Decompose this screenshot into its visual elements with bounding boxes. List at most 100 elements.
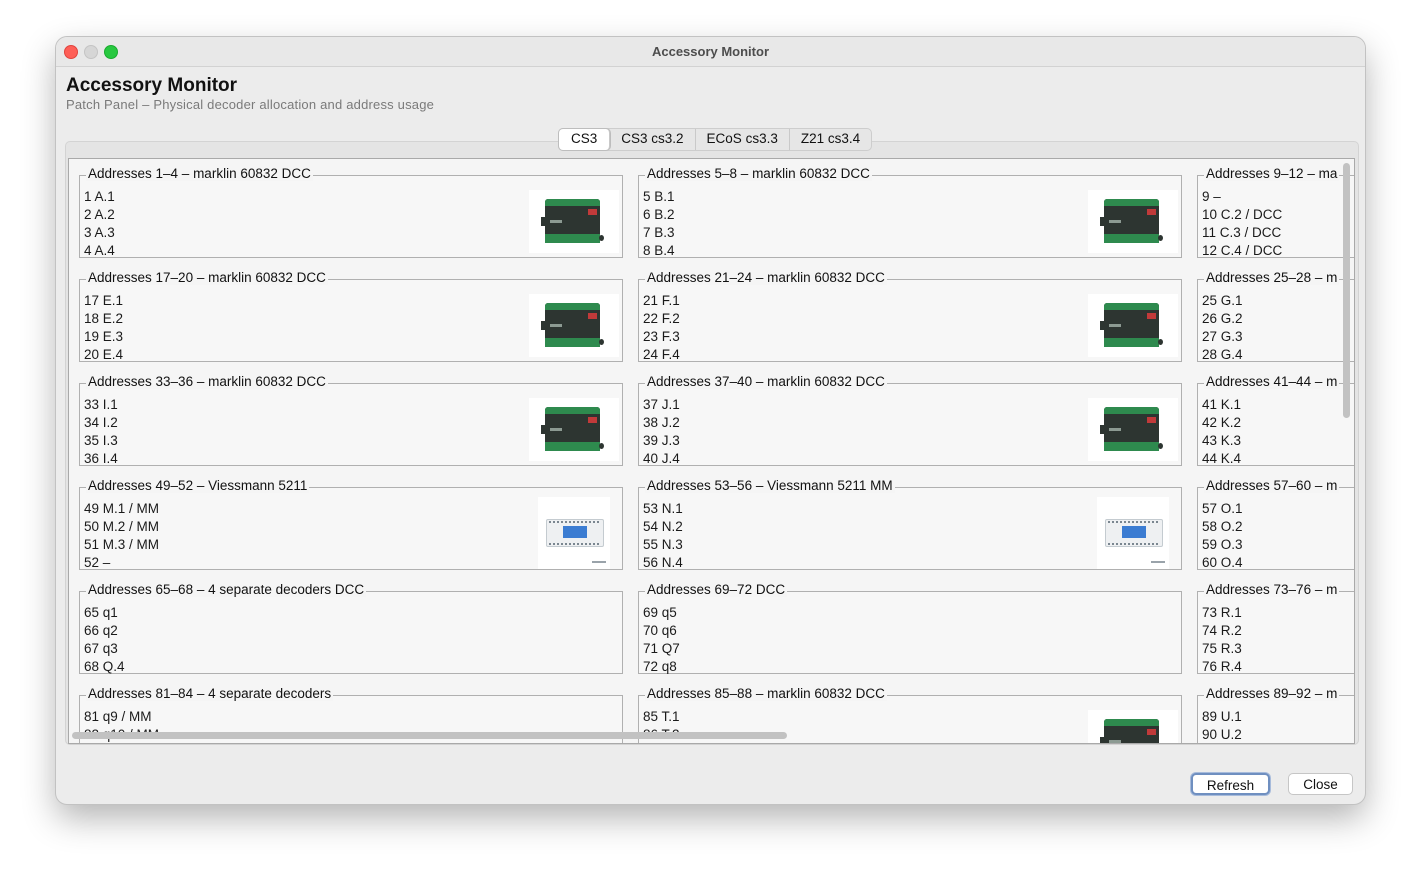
marklin-decoder-icon [1088,190,1178,253]
horizontal-scrollbar[interactable] [72,732,787,739]
marklin-decoder-icon [1088,294,1178,357]
decoder-card-title: Addresses 1–4 – marklin 60832 DCC [86,166,313,181]
address-list: 17 E.1 18 E.2 19 E.3 20 E.4 [84,292,123,364]
viessmann-decoder-icon [1097,497,1169,569]
address-row: 51 M.3 / MM [84,537,160,552]
viessmann-decoder-icon [538,497,610,569]
address-row: 19 E.3 [84,329,124,344]
decoder-card-title: Addresses 17–20 – marklin 60832 DCC [86,270,328,285]
decoder-card: Addresses 65–68 – 4 separate decoders DC… [79,582,623,674]
decoder-card-title: Addresses 37–40 – marklin 60832 DCC [645,374,887,389]
close-button[interactable]: Close [1288,773,1353,795]
address-row: 17 E.1 [84,293,124,308]
decoder-card-title: Addresses 33–36 – marklin 60832 DCC [86,374,328,389]
marklin-decoder-icon [1088,710,1178,743]
address-row: 85 T.1 [643,709,680,724]
patch-panel: Addresses 1–4 – marklin 60832 DCC 1 A.1 2 … [68,158,1355,744]
tab-cs3-cs3-2[interactable]: CS3 cs3.2 [610,129,696,150]
address-row: 90 U.2 [1202,727,1242,742]
address-row: 58 O.2 [1202,519,1243,534]
decoder-card: Addresses 1–4 – marklin 60832 DCC 1 A.1 2 … [79,166,623,260]
address-row: 7 B.3 [643,225,675,240]
address-row: 8 B.4 [643,243,675,258]
page-subtitle: Patch Panel – Physical decoder allocatio… [66,97,435,112]
address-row: 65 q1 [84,605,118,620]
address-row: 53 N.1 [643,501,683,516]
address-list: 5 B.1 6 B.2 7 B.3 8 B.4 [643,188,675,260]
tab-cs3[interactable]: CS3 [559,129,611,150]
address-list: 9 – 10 C.2 / DCC 11 C.3 / DCC 12 C.4 / DCC [1202,188,1282,260]
address-row: 27 G.3 [1202,329,1243,344]
address-list: 53 N.1 54 N.2 55 N.3 56 N.4 [643,500,683,572]
tab-z21-cs3-4[interactable]: Z21 cs3.4 [790,129,871,150]
address-row: 74 R.2 [1202,623,1242,638]
address-row: 42 K.2 [1202,415,1242,430]
decoder-card: Addresses 17–20 – marklin 60832 DCC 17 E.… [79,270,623,364]
address-row: 34 I.2 [84,415,118,430]
vertical-scrollbar[interactable] [1343,163,1350,418]
decoder-card-title: Addresses 21–24 – marklin 60832 DCC [645,270,887,285]
decoder-card-title: Addresses 85–88 – marklin 60832 DCC [645,686,887,701]
decoder-card: Addresses 9–12 – ma 9 – 10 C.2 / DCC 11 C.3… [1197,166,1354,260]
address-row: 75 R.3 [1202,641,1242,656]
address-row: 9 – [1202,189,1221,204]
address-list: 41 K.1 42 K.2 43 K.3 44 K.4 [1202,396,1241,468]
address-list: 33 I.1 34 I.2 35 I.3 36 I.4 [84,396,118,468]
decoder-card-title: Addresses 69–72 DCC [645,582,788,597]
tab-bar: CS3 CS3 cs3.2 ECoS cs3.3 Z21 cs3.4 [558,128,873,151]
decoder-card-title: Addresses 89–92 – m [1204,686,1340,701]
refresh-button[interactable]: Refresh [1191,773,1270,795]
address-row: 1 A.1 [84,189,115,204]
address-list: 69 q5 70 q6 71 Q7 72 q8 [643,604,680,676]
address-row: 39 J.3 [643,433,680,448]
address-row: 57 O.1 [1202,501,1243,516]
decoder-card-title: Addresses 49–52 – Viessmann 5211 [86,478,310,493]
address-row: 11 C.3 / DCC [1202,225,1282,240]
address-row: 71 Q7 [643,641,680,656]
marklin-decoder-icon [529,294,619,357]
address-list: 37 J.1 38 J.2 39 J.3 40 J.4 [643,396,680,468]
address-row: 23 F.3 [643,329,680,344]
decoder-card-title: Addresses 25–28 – m [1204,270,1340,285]
decoder-card-title: Addresses 65–68 – 4 separate decoders DC… [86,582,367,597]
address-row: 36 I.4 [84,451,118,466]
address-row: 12 C.4 / DCC [1202,243,1283,258]
address-list: 1 A.1 2 A.2 3 A.3 4 A.4 [84,188,115,260]
address-row: 50 M.2 / MM [84,519,160,534]
marklin-decoder-icon [529,190,619,253]
decoder-card: Addresses 53–56 – Viessmann 5211 MM 53 N.… [638,478,1182,572]
address-row: 33 I.1 [84,397,118,412]
tab-ecos-cs3-3[interactable]: ECoS cs3.3 [696,129,790,150]
marklin-decoder-icon [1088,398,1178,461]
address-row: 2 A.2 [84,207,115,222]
decoder-card-title: Addresses 57–60 – m [1204,478,1340,493]
address-row: 56 N.4 [643,555,683,570]
address-row: 55 N.3 [643,537,683,552]
address-row: 37 J.1 [643,397,680,412]
address-list: 57 O.1 58 O.2 59 O.3 60 O.4 [1202,500,1243,572]
decoder-card: Addresses 49–52 – Viessmann 5211 49 M.1 /… [79,478,623,570]
address-row: 89 U.1 [1202,709,1242,724]
decoder-card: Addresses 5–8 – marklin 60832 DCC 5 B.1 6 … [638,166,1182,260]
address-row: 21 F.1 [643,293,680,308]
address-row: 67 q3 [84,641,118,656]
address-row: 4 A.4 [84,243,115,258]
decoder-card: Addresses 37–40 – marklin 60832 DCC 37 J.… [638,374,1182,468]
address-row: 26 G.2 [1202,311,1243,326]
address-row: 44 K.4 [1202,451,1242,466]
address-row: 72 q8 [643,659,677,674]
decoder-card: Addresses 57–60 – m 57 O.1 58 O.2 59 O.3 60 … [1197,478,1354,572]
address-list: 21 F.1 22 F.2 23 F.3 24 F.4 [643,292,680,364]
decoder-card: Addresses 33–36 – marklin 60832 DCC 33 I.… [79,374,623,468]
decoder-card-title: Addresses 73–76 – m [1204,582,1340,597]
accessory-monitor-window: Accessory Monitor Accessory Monitor Patc… [56,37,1365,804]
address-row: 73 R.1 [1202,605,1242,620]
address-row: 6 B.2 [643,207,675,222]
address-row: 40 J.4 [643,451,680,466]
decoder-card-title: Addresses 81–84 – 4 separate decoders [86,686,334,701]
decoder-card: Addresses 89–92 – m 89 U.1 90 U.2 [1197,686,1354,743]
address-row: 5 B.1 [643,189,675,204]
address-list: 25 G.1 26 G.2 27 G.3 28 G.4 [1202,292,1243,364]
decoder-card: Addresses 69–72 DCC 69 q5 70 q6 71 Q7 72 q8 [638,582,1182,676]
address-row: 28 G.4 [1202,347,1243,362]
